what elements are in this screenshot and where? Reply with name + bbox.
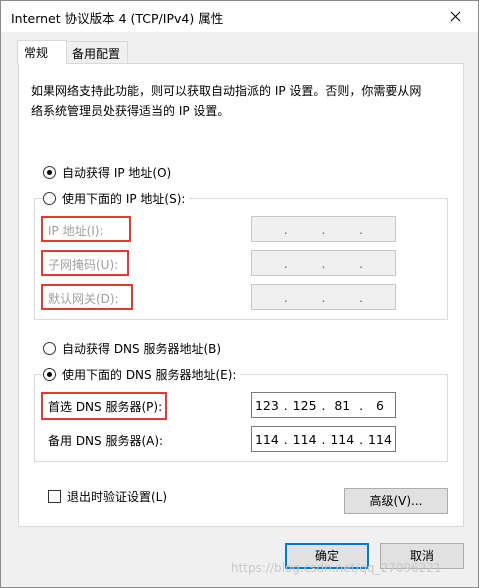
intro-line-1: 如果网络支持此功能，则可以获取自动指派的 IP 设置。否则，你需要从网: [31, 84, 422, 98]
manual-dns-radio[interactable]: [43, 368, 56, 381]
tab-alternate-config[interactable]: 备用配置: [66, 41, 128, 63]
default-gateway-input[interactable]: ...: [251, 284, 396, 310]
preferred-dns-input[interactable]: 123. 125. 81. 6: [251, 392, 396, 418]
alternate-dns-octet-3: 114: [330, 431, 355, 447]
tab-alternate-config-label: 备用配置: [72, 47, 121, 61]
preferred-dns-label: 首选 DNS 服务器(P):: [48, 400, 163, 414]
alternate-dns-octet-1: 114: [254, 431, 279, 447]
tab-general-label: 常规: [24, 46, 49, 60]
title-bar: Internet 协议版本 4 (TCP/IPv4) 属性: [1, 1, 478, 32]
preferred-dns-octet-3: 81: [334, 397, 351, 413]
validate-on-exit-checkbox[interactable]: [48, 490, 61, 503]
auto-ip-label: 自动获得 IP 地址(O): [62, 166, 172, 180]
default-gateway-label: 默认网关(D):: [48, 292, 119, 306]
auto-ip-radio[interactable]: [43, 166, 56, 179]
auto-dns-label: 自动获得 DNS 服务器地址(B): [62, 342, 222, 356]
advanced-button[interactable]: 高级(V)...: [344, 488, 448, 514]
tab-general[interactable]: 常规: [17, 40, 67, 64]
watermark: https://blog.csdn.net/qq_27096221: [231, 561, 442, 575]
close-icon[interactable]: [432, 1, 478, 32]
preferred-dns-octet-4: 6: [376, 397, 384, 413]
intro-line-2: 络系统管理员处获得适当的 IP 设置。: [31, 104, 230, 118]
auto-ip-option[interactable]: 自动获得 IP 地址(O): [43, 164, 171, 181]
ip-address-input[interactable]: ...: [251, 216, 396, 242]
alternate-dns-octet-2: 114: [292, 431, 317, 447]
ip-address-label: IP 地址(I):: [48, 224, 104, 238]
window-title: Internet 协议版本 4 (TCP/IPv4) 属性: [11, 11, 224, 26]
ipv4-properties-dialog: Internet 协议版本 4 (TCP/IPv4) 属性 常规 备用配置 如果…: [0, 0, 479, 588]
manual-dns-label: 使用下面的 DNS 服务器地址(E):: [62, 368, 237, 382]
subnet-mask-input[interactable]: ...: [251, 250, 396, 276]
validate-on-exit-option[interactable]: 退出时验证设置(L): [48, 488, 167, 505]
preferred-dns-octet-2: 125: [292, 397, 317, 413]
manual-ip-radio[interactable]: [43, 192, 56, 205]
preferred-dns-octet-1: 123: [254, 397, 279, 413]
alternate-dns-input[interactable]: 114. 114. 114. 114: [251, 426, 396, 452]
subnet-mask-label: 子网掩码(U):: [48, 258, 119, 272]
manual-ip-label: 使用下面的 IP 地址(S):: [62, 192, 186, 206]
auto-dns-option[interactable]: 自动获得 DNS 服务器地址(B): [43, 340, 221, 357]
manual-ip-option[interactable]: 使用下面的 IP 地址(S):: [43, 190, 190, 207]
intro-text: 如果网络支持此功能，则可以获取自动指派的 IP 设置。否则，你需要从网 络系统管…: [31, 81, 446, 121]
validate-on-exit-label: 退出时验证设置(L): [67, 490, 168, 504]
alternate-dns-octet-4: 114: [368, 431, 392, 447]
auto-dns-radio[interactable]: [43, 342, 56, 355]
manual-dns-option[interactable]: 使用下面的 DNS 服务器地址(E):: [43, 366, 241, 383]
alternate-dns-label: 备用 DNS 服务器(A):: [48, 434, 164, 448]
